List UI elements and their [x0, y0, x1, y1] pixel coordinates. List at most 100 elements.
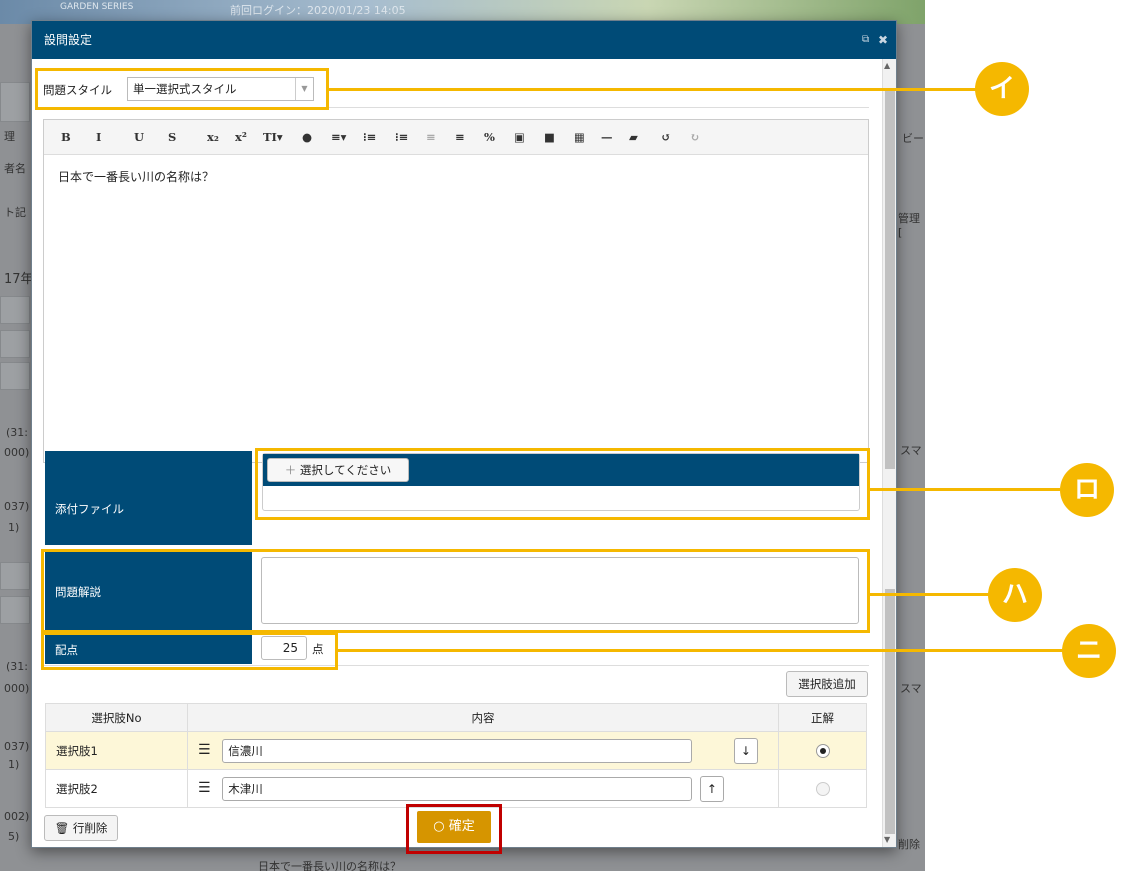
connector-line — [868, 488, 1060, 491]
strikethrough-icon[interactable]: S — [168, 130, 176, 144]
scroll-down-icon[interactable]: ▼ — [884, 835, 890, 844]
image-icon[interactable]: ▣ — [514, 130, 525, 144]
align-icon[interactable]: ≡▾ — [331, 130, 346, 144]
bg-question-text: 日本で一番長い川の名称は？ — [258, 860, 401, 871]
table-header-row: 選択肢No 内容 正解 — [45, 703, 867, 732]
scroll-track-segment — [885, 589, 895, 834]
undo-icon[interactable]: ↺ — [661, 130, 671, 144]
ordered-list-icon[interactable]: ⁝≡ — [363, 130, 376, 144]
hr-icon[interactable]: — — [601, 130, 613, 144]
correct-radio[interactable] — [815, 781, 830, 796]
bg-strip — [0, 296, 30, 324]
bg-text: ト記 — [4, 206, 26, 219]
close-icon[interactable]: ✖ — [878, 21, 888, 59]
bg-strip — [0, 82, 30, 122]
highlight-box-style — [35, 68, 329, 110]
bg-text: 者名 — [4, 162, 26, 175]
bg-text: ビー — [902, 132, 924, 145]
bold-icon[interactable]: B — [61, 130, 71, 144]
attach-label: 添付ファイル — [45, 451, 252, 545]
eraser-icon[interactable]: ▰ — [629, 130, 638, 144]
choices-table: 選択肢No 内容 正解 選択肢1 ☰ 信濃川 ↓ 選択肢2 ☰ 木津川 ↑ — [45, 703, 867, 808]
delete-row-button[interactable]: 🗑 行削除 — [44, 815, 118, 841]
bg-text: 5) — [8, 830, 20, 843]
bg-strip — [0, 596, 30, 624]
highlight-box-score — [41, 632, 338, 670]
redo-icon[interactable]: ↻ — [690, 130, 700, 144]
question-editor[interactable]: B I U Sx₂ x² TI▾ ● ≡▾ ⁝≡ ⁝≡ ≡ ≡% ▣ ■ ▦ — ▰ ↺ ↻ 日本で一番長い川の名称… — [43, 119, 869, 463]
connector-line — [328, 88, 978, 91]
choice-no: 選択肢1 — [45, 731, 188, 770]
link-icon[interactable]: % — [484, 130, 495, 144]
italic-icon[interactable]: I — [96, 130, 101, 144]
bg-text: 037) — [4, 740, 30, 753]
column-header: 正解 — [778, 703, 867, 732]
delete-row-label: 行削除 — [72, 821, 108, 835]
choice-input[interactable]: 信濃川 — [222, 738, 693, 763]
superscript-icon[interactable]: x² — [235, 130, 247, 144]
last-login-text: 前回ログイン：2020/01/23 14:05 — [230, 4, 406, 17]
video-icon[interactable]: ■ — [544, 130, 555, 144]
bg-strip — [0, 362, 30, 390]
highlight-box-attachment — [255, 448, 870, 520]
unordered-list-icon[interactable]: ⁝≡ — [395, 130, 408, 144]
dialog-scrollbar[interactable]: ▲ ▼ — [882, 59, 896, 847]
table-row[interactable]: 選択肢1 ☰ 信濃川 ↓ — [45, 731, 867, 770]
underline-icon[interactable]: U — [134, 130, 144, 144]
color-icon[interactable]: ● — [302, 130, 312, 144]
bg-text: 削除 — [898, 838, 920, 851]
choice-content-cell: ☰ 木津川 ↑ — [187, 769, 779, 808]
choice-input[interactable]: 木津川 — [222, 776, 693, 801]
outdent-icon[interactable]: ≡ — [426, 130, 436, 144]
question-settings-dialog: 設問設定 ⧉ ✖ ▲ ▼ 問題スタイル 単一選択式スタイル ▼ B I U Sx₂ x²… — [31, 20, 897, 848]
confirm-button[interactable]: ○ 確定 — [417, 811, 491, 843]
dialog-titlebar: 設問設定 ⧉ ✖ — [32, 21, 896, 59]
table-row[interactable]: 選択肢2 ☰ 木津川 ↑ — [45, 769, 867, 808]
move-down-button[interactable]: ↓ — [733, 737, 758, 764]
bg-text: (31: — [6, 660, 28, 673]
drag-handle-icon[interactable]: ☰ — [198, 742, 211, 758]
scroll-up-icon[interactable]: ▲ — [884, 61, 890, 70]
confirm-label: 確定 — [448, 819, 475, 834]
editor-toolbar: B I U Sx₂ x² TI▾ ● ≡▾ ⁝≡ ⁝≡ ≡ ≡% ▣ ■ ▦ — ▰ ↺ ↻ — [44, 120, 868, 155]
external-icon[interactable]: ⧉ — [862, 21, 869, 59]
choice-content-cell: ☰ 信濃川 ↓ — [187, 731, 779, 770]
bg-text: スマ — [900, 444, 922, 457]
bg-text: 000) — [4, 446, 30, 459]
brand-text: GARDEN SERIES — [60, 2, 134, 12]
dialog-title: 設問設定 — [44, 33, 93, 47]
marker-ha: ハ — [988, 568, 1042, 622]
bg-text: 002) — [4, 810, 30, 823]
table-icon[interactable]: ▦ — [574, 130, 585, 144]
editor-content[interactable]: 日本で一番長い川の名称は？ — [58, 168, 214, 185]
bg-text: 管理 [ — [898, 212, 920, 239]
bg-text: スマ — [900, 682, 922, 695]
choice-no: 選択肢2 — [45, 769, 188, 808]
trash-icon: 🗑 — [54, 821, 70, 835]
circle-icon: ○ — [433, 819, 445, 834]
column-header: 選択肢No — [45, 703, 188, 732]
bg-text: 1) — [8, 521, 20, 534]
indent-icon[interactable]: ≡ — [455, 130, 465, 144]
correct-radio[interactable] — [815, 743, 830, 758]
bg-text: 17年 — [4, 272, 34, 287]
scroll-thumb[interactable] — [885, 89, 895, 469]
connector-line — [868, 593, 992, 596]
bg-text: 1) — [8, 758, 20, 771]
add-choice-button[interactable]: 選択肢追加 — [786, 671, 868, 697]
bg-text: 037) — [4, 500, 30, 513]
subscript-icon[interactable]: x₂ — [207, 130, 219, 144]
bg-text: 理 — [4, 130, 15, 143]
correct-cell — [778, 731, 867, 770]
correct-cell — [778, 769, 867, 808]
marker-ro: ロ — [1060, 463, 1114, 517]
font-size-icon[interactable]: TI▾ — [263, 130, 283, 144]
bg-strip — [0, 562, 30, 590]
bg-strip — [0, 330, 30, 358]
bg-text: (31: — [6, 426, 28, 439]
drag-handle-icon[interactable]: ☰ — [198, 780, 211, 796]
move-up-button[interactable]: ↑ — [699, 775, 724, 802]
connector-line — [336, 649, 1064, 652]
highlight-box-explanation — [41, 549, 870, 633]
marker-ni: ニ — [1062, 624, 1116, 678]
